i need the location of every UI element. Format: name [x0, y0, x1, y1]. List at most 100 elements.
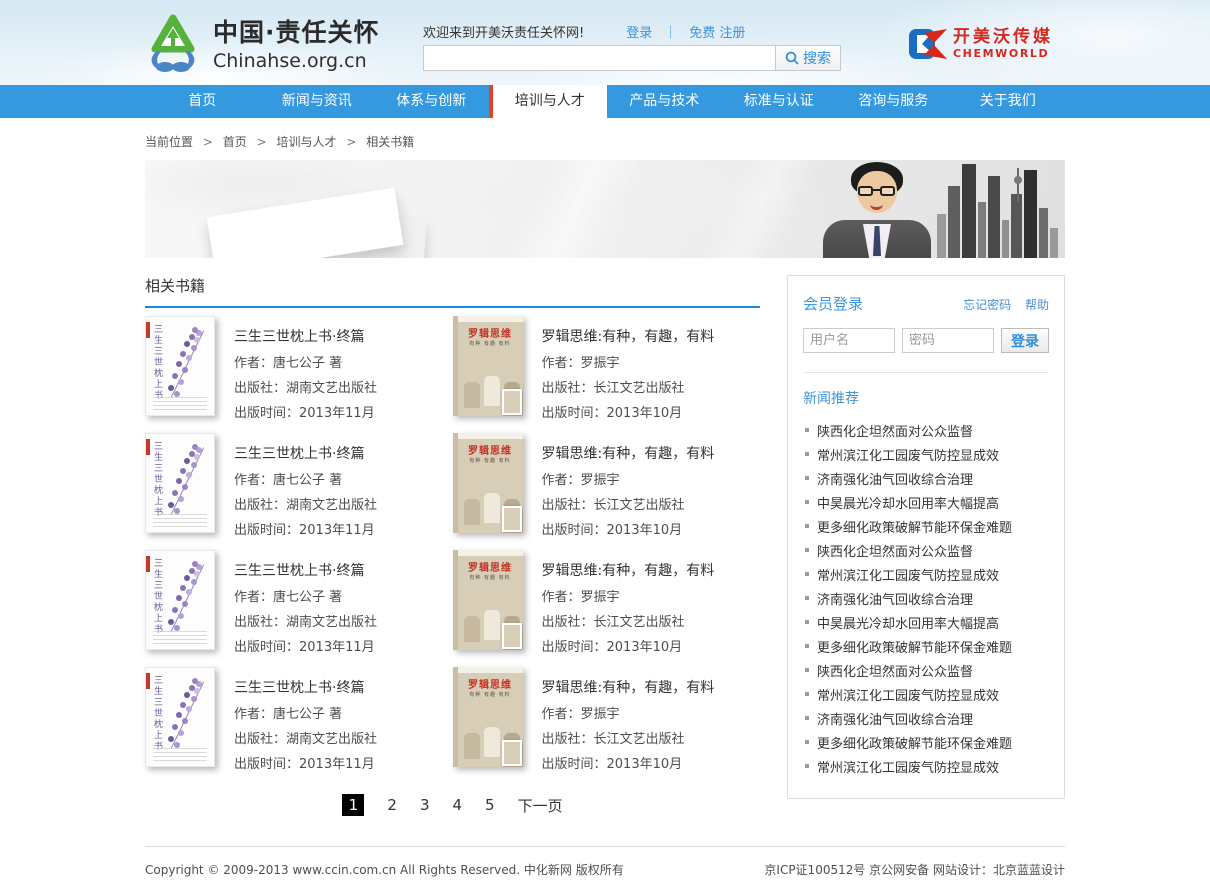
footer-icp: 京ICP证100512号 京公网安备 网站设计：北京蓝蓝设计 [764, 861, 1065, 878]
book-list-item[interactable]: 三生三世枕上书 三生三世枕上书·终篇 作者：唐七公子 著 出版社：湖南文艺出版社… [145, 308, 453, 425]
nav-item-products[interactable]: 产品与技术 [607, 85, 722, 118]
username-field[interactable] [803, 328, 895, 353]
nav-item-home[interactable]: 首页 [145, 85, 260, 118]
book-title[interactable]: 罗辑思维:有种，有趣，有料 [542, 326, 715, 346]
book-title[interactable]: 三生三世枕上书·终篇 [234, 560, 377, 580]
book-cover-image[interactable]: 三生三世枕上书 [145, 316, 215, 416]
search-input[interactable] [423, 45, 775, 71]
news-list-item[interactable]: 中昊晨光冷却水回用率大幅提高 [803, 610, 1049, 634]
news-item-text: 常州滨江化工园废气防控显成效 [817, 757, 999, 776]
login-form: 登录 [803, 328, 1049, 353]
footer-copyright: Copyright © 2009-2013 www.ccin.com.cn Al… [145, 861, 624, 878]
register-link[interactable]: 免费 注册 [689, 22, 745, 41]
book-list-item[interactable]: 罗辑思维 有种 有趣 有料 罗辑思维:有种，有趣，有料 作者：罗振宇 出版社：长… [453, 425, 761, 542]
breadcrumb-home-link[interactable]: 首页 [223, 135, 247, 149]
breadcrumb-training-link[interactable]: 培训与人才 [276, 135, 336, 149]
book-publish-date: 出版时间：2013年11月 [234, 753, 377, 772]
forgot-password-link[interactable]: 忘记密码 [963, 298, 1011, 312]
book-publish-date: 出版时间：2013年11月 [234, 519, 377, 538]
book-cover-subtitle-text: 有种 有趣 有料 [458, 574, 523, 581]
pagination-page-3[interactable]: 3 [420, 796, 430, 814]
pagination-page-4[interactable]: 4 [452, 796, 462, 814]
book-cover-subtitle-text: 有种 有趣 有料 [458, 691, 523, 698]
news-list: 陕西化企坦然面对公众监督 常州滨江化工园废气防控显成效 济南强化油气回收综合治理… [803, 418, 1049, 778]
breadcrumb-separator: > [203, 135, 213, 149]
book-list-item[interactable]: 罗辑思维 有种 有趣 有料 罗辑思维:有种，有趣，有料 作者：罗振宇 出版社：长… [453, 308, 761, 425]
sidebar: 会员登录 忘记密码 帮助 登录 新闻推荐 陕西化企坦然面对公众监督 [787, 275, 1065, 799]
book-cover-image[interactable]: 罗辑思维 有种 有趣 有料 [453, 550, 523, 650]
book-title[interactable]: 三生三世枕上书·终篇 [234, 326, 377, 346]
book-author: 作者：罗振宇 [542, 469, 715, 488]
news-list-item[interactable]: 常州滨江化工园废气防控显成效 [803, 442, 1049, 466]
login-link[interactable]: 登录 [626, 22, 652, 41]
news-list-item[interactable]: 更多细化政策破解节能环保金难题 [803, 514, 1049, 538]
site-subtitle: Chinahse.org.cn [213, 50, 380, 72]
news-list-item[interactable]: 常州滨江化工园废气防控显成效 [803, 754, 1049, 778]
book-column-left: 三生三世枕上书 三生三世枕上书·终篇 作者：唐七公子 著 出版社：湖南文艺出版社… [145, 308, 453, 776]
book-publish-date: 出版时间：2013年10月 [542, 519, 715, 538]
nav-item-system[interactable]: 体系与创新 [374, 85, 489, 118]
book-title[interactable]: 罗辑思维:有种，有趣，有料 [542, 560, 715, 580]
book-list-item[interactable]: 三生三世枕上书 三生三世枕上书·终篇 作者：唐七公子 著 出版社：湖南文艺出版社… [145, 425, 453, 542]
news-list-item[interactable]: 常州滨江化工园废气防控显成效 [803, 562, 1049, 586]
site-logo[interactable]: 中国·责任关怀 Chinahse.org.cn [145, 13, 380, 72]
nav-item-news[interactable]: 新闻与资讯 [260, 85, 375, 118]
bullet-icon [805, 668, 809, 672]
pagination-page-2[interactable]: 2 [387, 796, 397, 814]
book-title[interactable]: 罗辑思维:有种，有趣，有料 [542, 677, 715, 697]
breadcrumb-prefix: 当前位置 [145, 135, 193, 149]
book-cover-image[interactable]: 罗辑思维 有种 有趣 有料 [453, 667, 523, 767]
banner-tower-graphic [1017, 168, 1019, 202]
book-list-item[interactable]: 三生三世枕上书 三生三世枕上书·终篇 作者：唐七公子 著 出版社：湖南文艺出版社… [145, 542, 453, 659]
news-list-item[interactable]: 陕西化企坦然面对公众监督 [803, 418, 1049, 442]
pagination-page-1-active[interactable]: 1 [342, 794, 364, 816]
pagination-next-button[interactable]: 下一页 [518, 795, 563, 816]
news-list-item[interactable]: 济南强化油气回收综合治理 [803, 466, 1049, 490]
page-banner-image [145, 160, 1065, 258]
book-cover-image[interactable]: 罗辑思维 有种 有趣 有料 [453, 316, 523, 416]
book-cover-image[interactable]: 三生三世枕上书 [145, 667, 215, 767]
pagination-page-5[interactable]: 5 [485, 796, 495, 814]
news-item-text: 济南强化油气回收综合治理 [817, 589, 973, 608]
pagination: 1 2 3 4 5 下一页 [145, 794, 760, 816]
bullet-icon [805, 548, 809, 552]
book-publisher: 出版社：长江文艺出版社 [542, 611, 715, 630]
breadcrumb: 当前位置 > 首页 > 培训与人才 > 相关书籍 [145, 133, 1065, 150]
news-list-item[interactable]: 更多细化政策破解节能环保金难题 [803, 634, 1049, 658]
book-cover-image[interactable]: 三生三世枕上书 [145, 550, 215, 650]
book-title[interactable]: 三生三世枕上书·终篇 [234, 443, 377, 463]
book-publisher: 出版社：湖南文艺出版社 [234, 377, 377, 396]
news-list-item[interactable]: 济南强化油气回收综合治理 [803, 586, 1049, 610]
password-field[interactable] [902, 328, 994, 353]
main-nav: 首页 新闻与资讯 体系与创新 培训与人才 产品与技术 标准与认证 咨询与服务 关… [0, 85, 1210, 118]
news-list-item[interactable]: 陕西化企坦然面对公众监督 [803, 658, 1049, 682]
login-button[interactable]: 登录 [1001, 328, 1049, 353]
nav-item-about[interactable]: 关于我们 [951, 85, 1066, 118]
nav-item-consulting[interactable]: 咨询与服务 [836, 85, 951, 118]
book-title[interactable]: 三生三世枕上书·终篇 [234, 677, 377, 697]
book-list-item[interactable]: 罗辑思维 有种 有趣 有料 罗辑思维:有种，有趣，有料 作者：罗振宇 出版社：长… [453, 659, 761, 776]
book-publisher: 出版社：长江文艺出版社 [542, 728, 715, 747]
book-publisher: 出版社：湖南文艺出版社 [234, 494, 377, 513]
search-icon [785, 51, 799, 65]
brand-name-cn: 开美沃传媒 [953, 29, 1053, 46]
book-cover-image[interactable]: 三生三世枕上书 [145, 433, 215, 533]
nav-item-training-active[interactable]: 培训与人才 [489, 85, 608, 118]
news-list-item[interactable]: 常州滨江化工园废气防控显成效 [803, 682, 1049, 706]
news-list-item[interactable]: 更多细化政策破解节能环保金难题 [803, 730, 1049, 754]
nav-item-standards[interactable]: 标准与认证 [722, 85, 837, 118]
member-login-title: 会员登录 [803, 293, 863, 314]
news-list-item[interactable]: 中昊晨光冷却水回用率大幅提高 [803, 490, 1049, 514]
news-recommend-title: 新闻推荐 [803, 388, 1049, 408]
search-button[interactable]: 搜索 [775, 45, 841, 71]
news-item-text: 更多细化政策破解节能环保金难题 [817, 517, 1012, 536]
book-list-item[interactable]: 三生三世枕上书 三生三世枕上书·终篇 作者：唐七公子 著 出版社：湖南文艺出版社… [145, 659, 453, 776]
book-list-item[interactable]: 罗辑思维 有种 有趣 有料 罗辑思维:有种，有趣，有料 作者：罗振宇 出版社：长… [453, 542, 761, 659]
book-title[interactable]: 罗辑思维:有种，有趣，有料 [542, 443, 715, 463]
book-cover-image[interactable]: 罗辑思维 有种 有趣 有料 [453, 433, 523, 533]
help-link[interactable]: 帮助 [1025, 298, 1049, 312]
banner-city-skyline-graphic [937, 162, 1065, 258]
news-list-item[interactable]: 陕西化企坦然面对公众监督 [803, 538, 1049, 562]
book-cover-title-text: 三生三世枕上书 [151, 441, 164, 518]
news-list-item[interactable]: 济南强化油气回收综合治理 [803, 706, 1049, 730]
